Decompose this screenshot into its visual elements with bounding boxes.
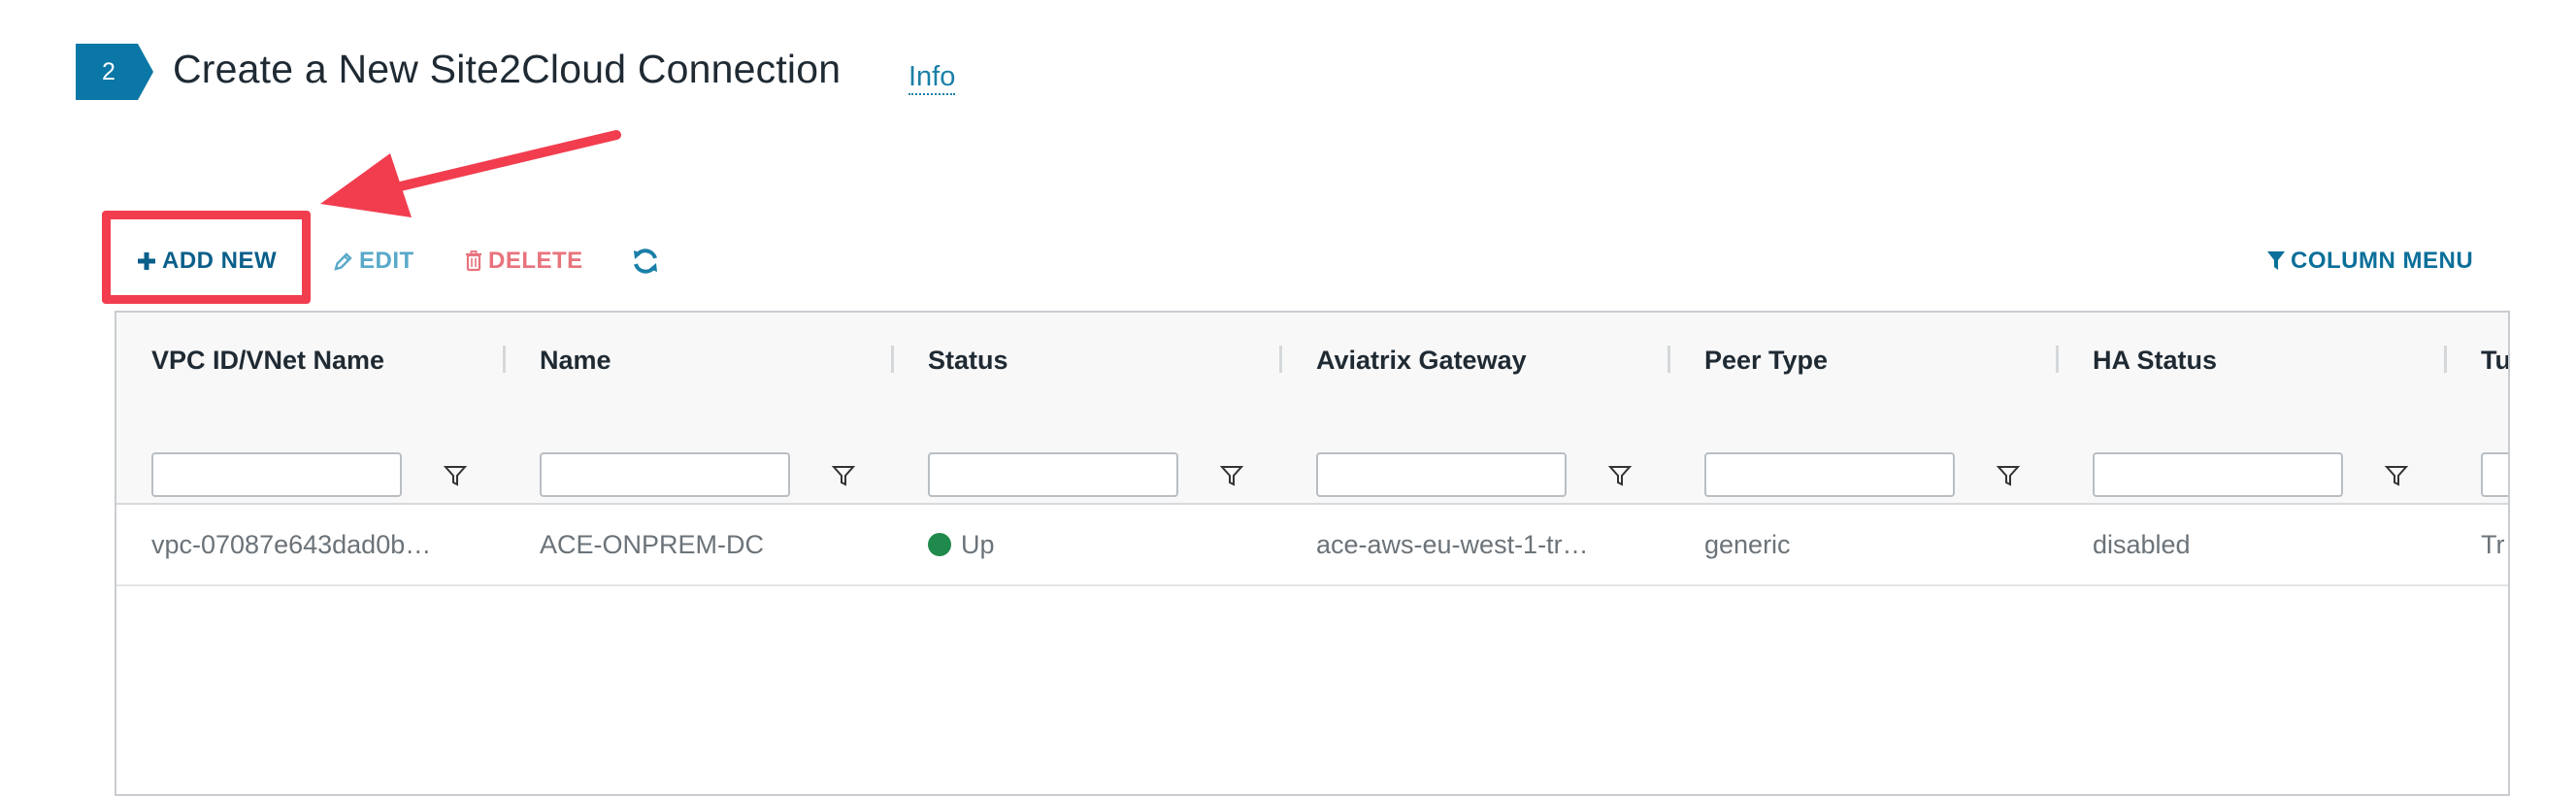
refresh-button[interactable]	[631, 245, 660, 278]
filter-input-tunnel[interactable]	[2481, 452, 2508, 497]
cell-name: ACE-ONPREM-DC	[540, 529, 765, 559]
col-resize-handle[interactable]	[1668, 346, 1670, 373]
col-resize-handle[interactable]	[2056, 346, 2059, 373]
plus-icon	[138, 252, 155, 270]
status-dot-icon	[928, 533, 951, 556]
col-header-peer-type[interactable]: Peer Type	[1704, 313, 1828, 408]
cell-gateway: ace-aws-eu-west-1-tr…	[1316, 529, 1589, 559]
add-new-label: ADD NEW	[162, 248, 278, 274]
col-resize-handle[interactable]	[1279, 346, 1282, 373]
col-header-name[interactable]: Name	[540, 313, 611, 408]
filter-icon[interactable]	[1996, 463, 2021, 488]
col-header-status[interactable]: Status	[928, 313, 1008, 408]
cell-ha-status: disabled	[2093, 529, 2191, 559]
grid-header: VPC ID/VNet Name Name Status Aviatrix Ga…	[116, 313, 2508, 410]
page-title: Create a New Site2Cloud Connection	[173, 47, 842, 91]
cell-tunnel: Tr	[2481, 529, 2505, 559]
filter-icon	[2267, 251, 2285, 270]
cell-status: Up	[928, 505, 1258, 584]
edit-label: EDIT	[359, 248, 414, 274]
filter-input-ha-status[interactable]	[2093, 452, 2343, 497]
filter-input-peer-type[interactable]	[1704, 452, 1955, 497]
column-menu-button[interactable]: COLUMN MENU	[2267, 245, 2473, 278]
refresh-icon	[634, 249, 657, 274]
filter-input-status[interactable]	[928, 452, 1178, 497]
connections-grid: VPC ID/VNet Name Name Status Aviatrix Ga…	[115, 311, 2510, 796]
edit-button[interactable]: EDIT	[334, 245, 414, 278]
trash-icon	[466, 250, 481, 272]
col-header-gateway[interactable]: Aviatrix Gateway	[1316, 313, 1527, 408]
cell-peer-type: generic	[1704, 529, 1791, 559]
table-row[interactable]: vpc-07087e643dad0b… ACE-ONPREM-DC Up ace…	[116, 505, 2508, 586]
filter-icon[interactable]	[2384, 463, 2409, 488]
col-resize-handle[interactable]	[2444, 346, 2447, 373]
delete-button[interactable]: DELETE	[465, 245, 583, 278]
add-new-button[interactable]: ADD NEW	[137, 245, 277, 278]
filter-icon[interactable]	[831, 463, 856, 488]
info-link[interactable]: Info	[908, 60, 956, 95]
filter-icon[interactable]	[1607, 463, 1633, 488]
annotation-arrow-icon	[320, 130, 621, 217]
filter-icon[interactable]	[443, 463, 468, 488]
filter-input-gateway[interactable]	[1316, 452, 1567, 497]
filter-input-vpc[interactable]	[151, 452, 402, 497]
pencil-icon	[334, 252, 352, 271]
filter-input-name[interactable]	[540, 452, 790, 497]
status-text: Up	[961, 529, 995, 559]
col-resize-handle[interactable]	[891, 346, 894, 373]
col-header-ha-status[interactable]: HA Status	[2093, 313, 2217, 408]
column-menu-label: COLUMN MENU	[2291, 248, 2474, 274]
delete-label: DELETE	[488, 248, 583, 274]
col-header-vpc[interactable]: VPC ID/VNet Name	[151, 313, 384, 408]
col-header-tunnel[interactable]: Tu	[2481, 313, 2508, 408]
filter-icon[interactable]	[1219, 463, 1244, 488]
step-number: 2	[102, 57, 116, 85]
cell-vpc: vpc-07087e643dad0b…	[151, 529, 432, 559]
col-resize-handle[interactable]	[503, 346, 506, 373]
